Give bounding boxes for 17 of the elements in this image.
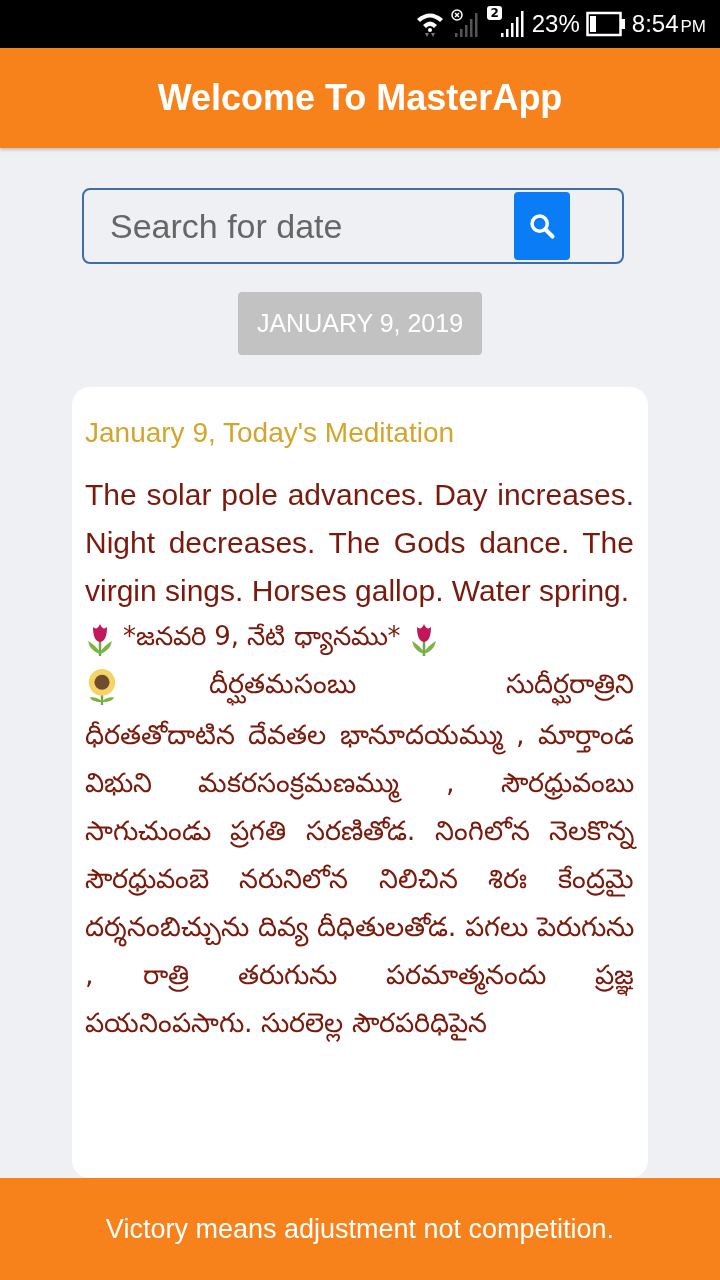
signal-icon xyxy=(499,9,526,39)
battery-percent: 23% xyxy=(531,10,580,38)
telugu-meditation-line: దీర్ఘతమసంబు సుదీర్ఘరాత్రిని xyxy=(209,668,634,706)
clock-time: 8:54 xyxy=(631,10,679,38)
meditation-text: The solar pole advances. Day increases. Night decreases. The Gods dance. The virgin sings. Horses gallop. Water spring. xyxy=(85,477,634,609)
battery-icon xyxy=(585,11,626,37)
card-title: January 9, Today's Meditation xyxy=(85,417,456,449)
sim-badge: 2 xyxy=(487,6,502,20)
date-button[interactable]: JANUARY 9, 2019 xyxy=(237,292,483,355)
telugu-heading: *జనవరి 9, నేటి ధ్యానము* xyxy=(123,620,401,658)
search-icon xyxy=(528,212,556,240)
clock-meridiem: PM xyxy=(680,16,706,37)
search-field[interactable]: Search for date xyxy=(82,188,624,264)
app-title: Welcome To MasterApp xyxy=(157,77,563,119)
quote-text: Victory means adjustment not competition. xyxy=(105,1213,615,1245)
search-button[interactable] xyxy=(514,192,570,260)
search-input[interactable]: Search for date xyxy=(108,205,514,247)
